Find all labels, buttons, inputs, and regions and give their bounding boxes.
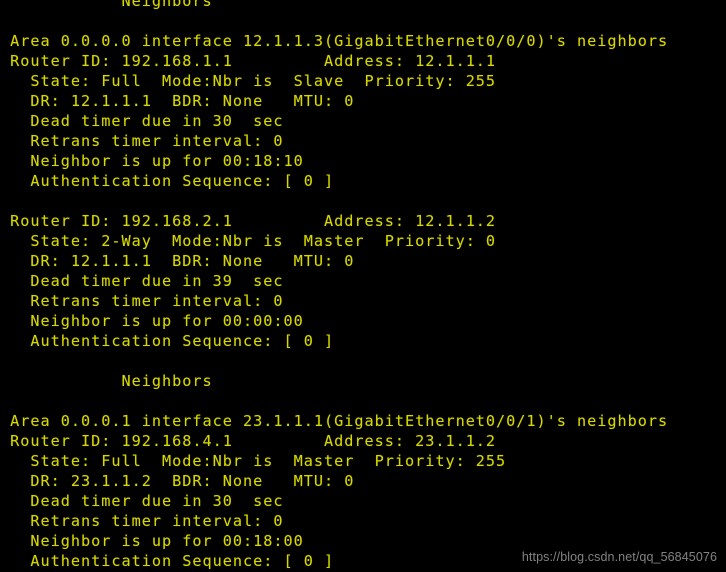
terminal-line: DR: 12.1.1.1 BDR: None MTU: 0	[0, 92, 355, 110]
terminal-line: Neighbor is up for 00:00:00	[0, 312, 304, 330]
terminal-line: Retrans timer interval: 0	[0, 132, 284, 150]
terminal-line: Dead timer due in 30 sec	[0, 112, 284, 130]
terminal-line: State: Full Mode:Nbr is Slave Priority: …	[0, 72, 497, 90]
terminal-line: Neighbor is up for 00:18:10	[0, 152, 304, 170]
terminal-line: Authentication Sequence: [ 0 ]	[0, 332, 335, 350]
terminal-line: Area 0.0.0.0 interface 12.1.1.3(GigabitE…	[0, 32, 669, 50]
terminal-line: Router ID: 192.168.4.1 Address: 23.1.1.2	[0, 432, 497, 450]
terminal-line: Neighbors	[0, 372, 213, 390]
terminal-line: Neighbors	[0, 0, 213, 10]
terminal-line: DR: 23.1.1.2 BDR: None MTU: 0	[0, 472, 355, 490]
terminal-output-pane[interactable]: Neighbors Area 0.0.0.0 interface 12.1.1.…	[0, 0, 726, 572]
terminal-line: Router ID: 192.168.1.1 Address: 12.1.1.1	[0, 52, 497, 70]
terminal-line: Dead timer due in 39 sec	[0, 272, 284, 290]
watermark-url: https://blog.csdn.net/qq_56845076	[521, 550, 717, 564]
terminal-line: Area 0.0.0.1 interface 23.1.1.1(GigabitE…	[0, 412, 669, 430]
terminal-line: Neighbor is up for 00:18:00	[0, 532, 304, 550]
terminal-line: State: Full Mode:Nbr is Master Priority:…	[0, 452, 507, 470]
terminal-line: DR: 12.1.1.1 BDR: None MTU: 0	[0, 252, 355, 270]
terminal-line: Retrans timer interval: 0	[0, 292, 284, 310]
terminal-line: Dead timer due in 30 sec	[0, 492, 284, 510]
terminal-line: Router ID: 192.168.2.1 Address: 12.1.1.2	[0, 212, 497, 230]
terminal-line: Retrans timer interval: 0	[0, 512, 284, 530]
terminal-line: Authentication Sequence: [ 0 ]	[0, 172, 335, 190]
terminal-text-block: Neighbors Area 0.0.0.0 interface 12.1.1.…	[0, 0, 726, 571]
terminal-line: State: 2-Way Mode:Nbr is Master Priority…	[0, 232, 497, 250]
